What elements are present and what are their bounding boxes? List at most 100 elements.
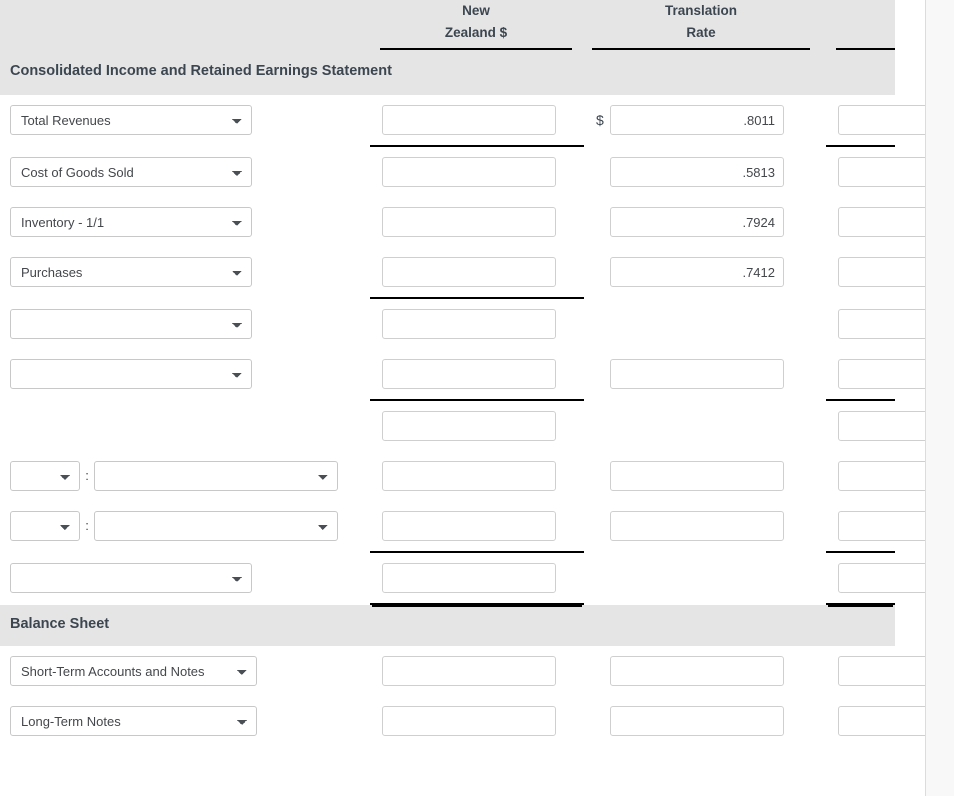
nz-amount-input-net-income-row[interactable]	[382, 563, 556, 593]
translation-rate-input-short-term-accounts-and-notes[interactable]	[610, 656, 784, 686]
translation-rate-input-purchases[interactable]	[610, 257, 784, 287]
row-select-short-term-accounts-and-notes[interactable]: Short-Term Accounts and Notes	[10, 656, 257, 686]
worksheet-row: Purchases	[0, 247, 925, 299]
row-label-cell	[0, 299, 370, 349]
us-amount-input-net-income-row[interactable]	[838, 563, 925, 593]
row-select-pair-row-2-detail[interactable]	[94, 511, 338, 541]
row-select-total-revenues[interactable]: Total Revenues	[10, 105, 252, 135]
rate-input-wrapper	[584, 511, 826, 541]
us-amount-input-inventory-1-1[interactable]	[838, 207, 925, 237]
column-header-translation-rate: Translation Rate	[584, 0, 826, 52]
column-header-row: New Zealand $ Translation Rate	[0, 0, 895, 52]
nz-amount-cell	[370, 501, 584, 553]
us-amount-input-blank-row-1[interactable]	[838, 309, 925, 339]
worksheet-row: Long-Term Notes	[0, 696, 925, 746]
nz-amount-cell	[370, 349, 584, 401]
nz-amount-cell	[370, 696, 584, 746]
column-header-us-dollars	[826, 0, 895, 52]
worksheet-row	[0, 299, 925, 349]
rate-input-wrapper	[584, 359, 826, 389]
nz-amount-input-blank-row-3[interactable]	[382, 411, 556, 441]
row-select-pair-row-2-prefix[interactable]	[10, 511, 80, 541]
row-select-net-income-row[interactable]	[10, 563, 252, 593]
worksheet-row	[0, 401, 925, 451]
income-statement-rows: Total Revenues $ Cost of Goods Sold Invento…	[0, 95, 925, 605]
nz-amount-input-blank-row-2[interactable]	[382, 359, 556, 389]
row-select-blank-row-1[interactable]	[10, 309, 252, 339]
column-header-band: New Zealand $ Translation Rate Consolida…	[0, 0, 895, 95]
row-label-cell: Cost of Goods Sold	[0, 147, 370, 197]
nz-amount-input-pair-row-1[interactable]	[382, 461, 556, 491]
us-amount-input-cost-of-goods-sold[interactable]	[838, 157, 925, 187]
translation-rate-input-inventory-1-1[interactable]	[610, 207, 784, 237]
us-amount-cell	[826, 646, 925, 696]
us-amount-input-long-term-notes[interactable]	[838, 706, 925, 736]
translation-rate-input-cost-of-goods-sold[interactable]	[610, 157, 784, 187]
worksheet-row: :	[0, 501, 925, 553]
row-select-inventory-1-1[interactable]: Inventory - 1/1	[10, 207, 252, 237]
row-select-long-term-notes[interactable]: Long-Term Notes	[10, 706, 257, 736]
nz-amount-input-inventory-1-1[interactable]	[382, 207, 556, 237]
worksheet-row: :	[0, 451, 925, 501]
worksheet-row: Inventory - 1/1	[0, 197, 925, 247]
translation-rate-cell	[584, 349, 826, 399]
row-label-cell: Total Revenues	[0, 95, 370, 145]
nz-amount-input-short-term-accounts-and-notes[interactable]	[382, 656, 556, 686]
us-amount-cell	[826, 299, 925, 349]
currency-symbol: $	[596, 112, 604, 128]
row-select-cost-of-goods-sold[interactable]: Cost of Goods Sold	[10, 157, 252, 187]
paired-select-group: :	[10, 511, 370, 541]
nz-amount-input-long-term-notes[interactable]	[382, 706, 556, 736]
rate-input-wrapper: $	[584, 105, 826, 135]
translation-rate-input-pair-row-2[interactable]	[610, 511, 784, 541]
us-amount-cell	[826, 349, 925, 401]
translation-rate-input-blank-row-2[interactable]	[610, 359, 784, 389]
section-title-income: Consolidated Income and Retained Earning…	[0, 52, 895, 95]
header-nz-line1: New	[462, 3, 490, 18]
us-amount-input-blank-row-3[interactable]	[838, 411, 925, 441]
translation-rate-input-pair-row-1[interactable]	[610, 461, 784, 491]
row-select-pair-row-1-prefix[interactable]	[10, 461, 80, 491]
row-label-cell: :	[0, 451, 370, 501]
right-gutter-scroll-area[interactable]	[925, 0, 954, 796]
nz-amount-input-purchases[interactable]	[382, 257, 556, 287]
empty-rate-spacer	[584, 309, 826, 339]
rate-input-wrapper	[584, 207, 826, 237]
section-title-balance-sheet: Balance Sheet	[0, 605, 895, 646]
nz-amount-input-total-revenues[interactable]	[382, 105, 556, 135]
nz-amount-input-cost-of-goods-sold[interactable]	[382, 157, 556, 187]
us-amount-input-short-term-accounts-and-notes[interactable]	[838, 656, 925, 686]
us-amount-cell	[826, 147, 925, 197]
row-select-purchases[interactable]: Purchases	[10, 257, 252, 287]
us-amount-cell	[826, 401, 925, 451]
row-label-cell: Long-Term Notes	[0, 696, 370, 746]
translation-rate-cell: $	[584, 95, 826, 145]
nz-amount-cell	[370, 451, 584, 501]
us-amount-input-total-revenues[interactable]	[838, 105, 925, 135]
translation-rate-input-total-revenues[interactable]	[610, 105, 784, 135]
translation-rate-cell	[584, 247, 826, 297]
us-amount-input-pair-row-2[interactable]	[838, 511, 925, 541]
row-label-cell: Purchases	[0, 247, 370, 297]
us-amount-input-blank-row-2[interactable]	[838, 359, 925, 389]
column-header-new-zealand: New Zealand $	[370, 0, 584, 52]
nz-amount-cell	[370, 197, 584, 247]
row-select-pair-row-1-detail[interactable]	[94, 461, 338, 491]
us-amount-cell	[826, 451, 925, 501]
translation-rate-cell	[584, 197, 826, 247]
rate-input-wrapper	[584, 461, 826, 491]
nz-amount-cell	[370, 95, 584, 147]
nz-amount-input-pair-row-2[interactable]	[382, 511, 556, 541]
header-rate-line1: Translation	[664, 3, 737, 18]
translation-rate-cell	[584, 553, 826, 603]
us-amount-input-purchases[interactable]	[838, 257, 925, 287]
rate-input-wrapper	[584, 656, 826, 686]
translation-rate-cell	[584, 696, 826, 746]
nz-amount-input-blank-row-1[interactable]	[382, 309, 556, 339]
us-amount-cell	[826, 696, 925, 746]
us-amount-input-pair-row-1[interactable]	[838, 461, 925, 491]
empty-label-spacer	[10, 411, 370, 441]
translation-rate-cell	[584, 646, 826, 696]
translation-rate-input-long-term-notes[interactable]	[610, 706, 784, 736]
row-select-blank-row-2[interactable]	[10, 359, 252, 389]
